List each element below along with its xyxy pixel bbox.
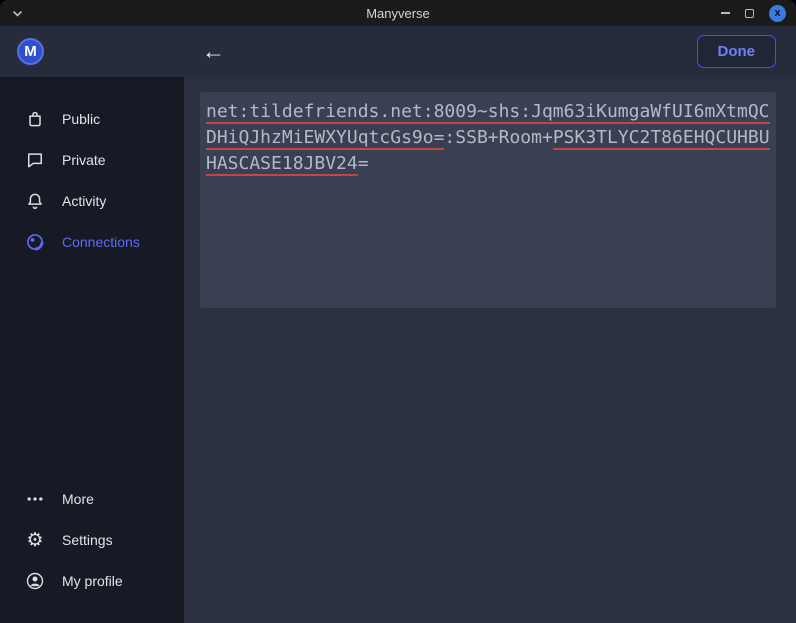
person-icon bbox=[25, 571, 45, 591]
sidebar-item-my-profile[interactable]: My profile bbox=[0, 560, 184, 601]
invite-text-misspelled-segment: PSK3TLYC2T86EHQCUHBU bbox=[553, 127, 770, 150]
connections-icon bbox=[25, 232, 45, 252]
sidebar-item-private[interactable]: Private bbox=[0, 139, 184, 180]
sidebar-item-label: Private bbox=[62, 152, 106, 168]
restore-icon[interactable] bbox=[745, 9, 754, 18]
invite-text-misspelled-segment: HASCASE18JBV24 bbox=[206, 153, 358, 176]
invite-text-misspelled-segment: DHiQJhzMiEWXYUqtcGs9o= bbox=[206, 127, 444, 150]
invite-text-segment: : bbox=[444, 127, 455, 148]
sidebar-item-label: Connections bbox=[62, 234, 140, 250]
gear-icon: ⚙ bbox=[25, 530, 45, 550]
manyverse-window: Manyverse x M ← Done Public bbox=[0, 0, 796, 623]
sidebar-item-label: More bbox=[62, 491, 94, 507]
sidebar-item-connections[interactable]: Connections bbox=[0, 221, 184, 262]
invite-line: net:tildefriends.net:8009~shs:Jqm63iKumg… bbox=[206, 99, 770, 125]
ellipsis-icon bbox=[25, 489, 45, 509]
invite-line: DHiQJhzMiEWXYUqtcGs9o=:SSB+Room+PSK3TLYC… bbox=[206, 125, 770, 151]
close-icon[interactable]: x bbox=[769, 5, 786, 22]
window-controls: x bbox=[721, 5, 786, 22]
sidebar-item-more[interactable]: More bbox=[0, 478, 184, 519]
chat-bubble-icon bbox=[25, 150, 45, 170]
sidebar-item-public[interactable]: Public bbox=[0, 98, 184, 139]
bell-icon bbox=[25, 191, 45, 211]
sidebar-item-activity[interactable]: Activity bbox=[0, 180, 184, 221]
done-button[interactable]: Done bbox=[697, 35, 777, 68]
window-title: Manyverse bbox=[0, 6, 796, 21]
invite-text-segment: = bbox=[358, 153, 369, 174]
sidebar-bottom-group: More ⚙ Settings My profile bbox=[0, 478, 184, 601]
window-menu-chevron-icon[interactable] bbox=[12, 10, 23, 17]
sidebar-item-label: Settings bbox=[62, 532, 113, 548]
invite-text-segment: SSB+Room+ bbox=[455, 127, 553, 148]
invite-input[interactable]: net:tildefriends.net:8009~shs:Jqm63iKumg… bbox=[200, 92, 776, 308]
invite-text-misspelled-segment: net:tildefriends.net:8009~shs:Jqm63iKumg… bbox=[206, 101, 770, 124]
app-header: M ← Done bbox=[0, 26, 796, 77]
sidebar-item-label: Activity bbox=[62, 193, 106, 209]
manyverse-logo: M bbox=[17, 38, 44, 65]
sidebar: Public Private Activity bbox=[0, 77, 184, 623]
public-bag-icon bbox=[25, 109, 45, 129]
sidebar-item-label: My profile bbox=[62, 573, 123, 589]
main-content: net:tildefriends.net:8009~shs:Jqm63iKumg… bbox=[184, 77, 796, 623]
titlebar: Manyverse x bbox=[0, 0, 796, 26]
back-arrow-icon[interactable]: ← bbox=[202, 26, 225, 77]
minimize-icon[interactable] bbox=[721, 12, 730, 14]
app-body: Public Private Activity bbox=[0, 77, 796, 623]
sidebar-item-settings[interactable]: ⚙ Settings bbox=[0, 519, 184, 560]
sidebar-item-label: Public bbox=[62, 111, 100, 127]
invite-line: HASCASE18JBV24= bbox=[206, 151, 770, 177]
